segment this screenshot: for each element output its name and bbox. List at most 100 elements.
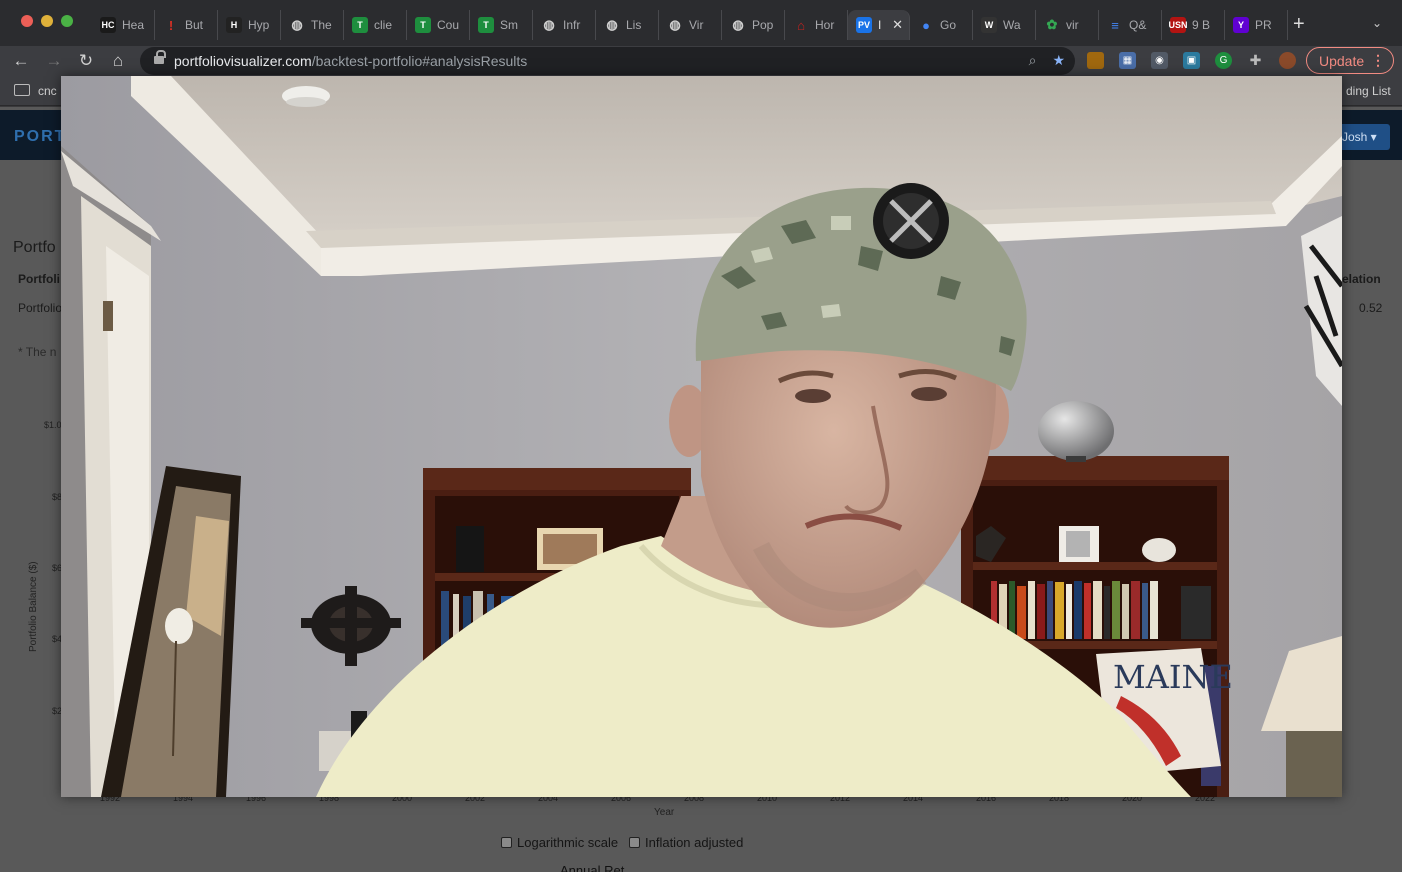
puzzle-icon[interactable]: ✚ — [1247, 52, 1264, 69]
site-logo[interactable]: PORT — [14, 128, 66, 146]
pillow-text: MAINE — [1113, 658, 1233, 696]
tab-3[interactable]: ◍ The — [281, 10, 344, 40]
favicon-icon: T — [478, 17, 494, 33]
tab-16[interactable]: ≡ Q& — [1099, 10, 1162, 40]
checkbox-icon[interactable] — [629, 837, 640, 848]
favicon-icon: Y — [1233, 17, 1249, 33]
eye-right — [911, 387, 947, 401]
tab-9[interactable]: ◍ Vir — [659, 10, 722, 40]
back-arrow-icon[interactable]: ← — [10, 50, 32, 72]
tab-8[interactable]: ◍ Lis — [596, 10, 659, 40]
log-scale-label: Logarithmic scale — [517, 835, 619, 850]
tab-label: vir — [1066, 18, 1079, 32]
reading-list-button[interactable]: ding List — [1346, 84, 1391, 98]
tab-17[interactable]: USN 9 B — [1162, 10, 1225, 40]
forward-arrow-icon[interactable]: → — [43, 50, 65, 72]
new-tab-button[interactable]: + — [1293, 14, 1305, 34]
favicon-icon: T — [352, 17, 368, 33]
tab-label: Hyp — [248, 18, 270, 32]
tab-label: 9 B — [1192, 18, 1211, 32]
url-path: /backtest-portfolio#analysisResults — [311, 53, 528, 69]
tab-label: Infr — [563, 18, 581, 32]
tab-18[interactable]: Y PR — [1225, 10, 1288, 40]
update-button[interactable]: Update ⋮ — [1306, 47, 1394, 74]
folder-icon — [14, 84, 30, 96]
globe-icon: ◍ — [291, 17, 303, 32]
favicon-icon: T — [415, 17, 431, 33]
tab-15[interactable]: ✿ vir — [1036, 10, 1099, 40]
zoom-icon[interactable]: ⌕ — [1029, 52, 1037, 69]
reload-icon[interactable]: ↻ — [75, 50, 97, 72]
extension-icon-3[interactable]: ◉ — [1151, 52, 1168, 69]
table-header: Portfoli — [18, 272, 60, 286]
tab-label: Lis — [626, 18, 642, 32]
tab-label: Hor — [815, 18, 835, 32]
tab-0[interactable]: HC Hea — [92, 10, 155, 40]
table-header-correlation: elation — [1342, 272, 1381, 286]
footnote: * The n — [18, 345, 57, 359]
close-window-button[interactable] — [21, 15, 33, 27]
url-text[interactable]: portfoliovisualizer.com/backtest-portfol… — [174, 53, 527, 69]
address-bar[interactable]: portfoliovisualizer.com/backtest-portfol… — [140, 47, 1075, 75]
favicon-icon: HC — [100, 17, 116, 33]
tab-6[interactable]: T Sm — [470, 10, 533, 40]
extension-icon-2[interactable]: ▦ — [1119, 52, 1136, 69]
table-cell: Portfolio — [18, 301, 63, 315]
art-flower — [165, 608, 193, 644]
favicon-icon: PV — [856, 17, 872, 33]
zoom-window-button[interactable] — [61, 15, 73, 27]
webcam-video-overlay: MAINE — [61, 76, 1342, 797]
tab-2[interactable]: H Hyp — [218, 10, 281, 40]
tab-label: Q& — [1129, 18, 1147, 32]
tab-label: clie — [374, 18, 393, 32]
browser-tab-bar: HC Hea! But H Hyp ◍ The Tclie T Cou T Sm ◍ Infr ◍ Lis ◍ V… — [0, 0, 1402, 46]
tab-13[interactable]: ● Go — [910, 10, 973, 40]
tab-1[interactable]: ! But — [155, 10, 218, 40]
checkbox-icon[interactable] — [501, 837, 512, 848]
doc-icon: ≡ — [1111, 17, 1119, 33]
close-tab-icon[interactable]: ✕ — [892, 17, 903, 33]
inflation-adjusted-label: Inflation adjusted — [645, 835, 744, 850]
bullet-icon: ! — [168, 17, 174, 33]
tab-label: PR — [1255, 18, 1272, 32]
tab-14[interactable]: W Wa — [973, 10, 1036, 40]
user-menu-button[interactable]: Josh ▾ — [1334, 124, 1390, 150]
y-tick-label: $1.0 — [44, 420, 62, 430]
tab-11[interactable]: ⌂ Hor — [785, 10, 848, 40]
tab-label: Go — [940, 18, 957, 32]
tab-12[interactable]: PV I ✕ — [848, 10, 910, 40]
y-axis-title: Portfolio Balance ($) — [28, 561, 39, 652]
more-menu-icon[interactable]: ⋮ — [1371, 52, 1385, 69]
url-host: portfoliovisualizer.com — [174, 53, 312, 69]
globe-icon: ◍ — [669, 17, 681, 32]
favicon-icon: H — [226, 17, 242, 33]
favicon-icon: USN — [1169, 17, 1188, 33]
inflation-adjusted-checkbox[interactable]: Inflation adjusted — [629, 835, 743, 850]
tab-4[interactable]: Tclie — [344, 10, 407, 40]
home-icon[interactable]: ⌂ — [107, 50, 129, 72]
tab-label: Wa — [1003, 18, 1021, 32]
extension-icon-4[interactable]: ▣ — [1183, 52, 1200, 69]
extension-icon-1[interactable] — [1087, 52, 1104, 69]
bookmark-star-icon[interactable]: ★ — [1052, 52, 1065, 69]
tab-label: Sm — [500, 18, 518, 32]
tab-7[interactable]: ◍ Infr — [533, 10, 596, 40]
tab-strip: HC Hea! But H Hyp ◍ The Tclie T Cou T Sm ◍ Infr ◍ Lis ◍ V… — [92, 10, 1288, 40]
bookmark-folder[interactable]: cnc — [38, 84, 57, 98]
tab-5[interactable]: T Cou — [407, 10, 470, 40]
favicon-icon: W — [981, 17, 997, 33]
tab-10[interactable]: ◍ Pop — [722, 10, 785, 40]
extension-icon-5[interactable]: G — [1215, 52, 1232, 69]
leaf-icon: ✿ — [1046, 17, 1058, 32]
house-icon: ⌂ — [797, 17, 805, 33]
update-label: Update — [1319, 52, 1365, 69]
eye-left — [795, 389, 831, 403]
log-scale-checkbox[interactable]: Logarithmic scale — [501, 835, 618, 850]
minimize-window-button[interactable] — [41, 15, 53, 27]
tab-search-chevron-icon[interactable]: ⌄ — [1372, 16, 1382, 30]
webcam-frame: MAINE — [61, 76, 1342, 797]
table-cell-correlation: 0.52 — [1359, 301, 1383, 315]
avatar[interactable] — [1279, 52, 1296, 69]
drop-icon: ● — [922, 17, 930, 33]
tab-label: The — [311, 18, 332, 32]
